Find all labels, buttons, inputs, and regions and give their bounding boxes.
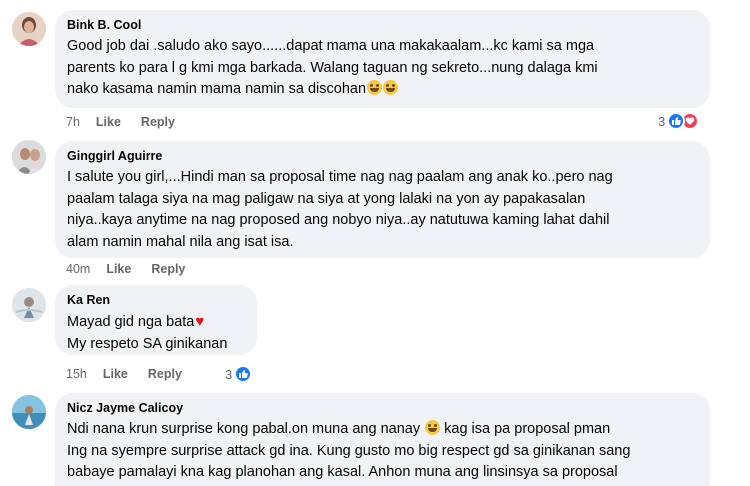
reply-button[interactable]: Reply [151, 262, 185, 276]
comment-bubble: Bink B. Cool Good job dai .saludo ako sa… [55, 10, 710, 108]
reaction-summary[interactable]: 3 [658, 112, 700, 130]
like-button[interactable]: Like [103, 367, 128, 381]
like-button[interactable]: Like [106, 262, 131, 276]
like-reaction-icon [234, 365, 253, 383]
avatar[interactable] [12, 288, 46, 322]
avatar[interactable] [12, 140, 46, 174]
comment-actions: 7h Like Reply [66, 115, 195, 129]
rolling-on-floor-laughing-emoji [367, 80, 383, 95]
comment-author[interactable]: Nicz Jayme Calicoy [67, 400, 698, 416]
reaction-summary[interactable]: 3 [225, 365, 253, 383]
comment-author[interactable]: Bink B. Cool [67, 17, 698, 33]
comment-text: Good job dai .saludo ako sayo......dapat… [67, 38, 598, 97]
avatar[interactable] [12, 12, 46, 46]
comment-text: Ndi nana krun surprise kong pabal.on mun… [67, 420, 631, 480]
timestamp[interactable]: 40m [66, 262, 90, 276]
comment-author[interactable]: Ginggirl Aguirre [67, 148, 698, 164]
comment-author[interactable]: Ka Ren [67, 292, 245, 308]
reaction-count: 3 [658, 113, 666, 129]
like-button[interactable]: Like [96, 115, 121, 129]
timestamp[interactable]: 15h [66, 367, 87, 381]
grinning-face-emoji [425, 420, 441, 435]
red-heart-emoji: ♥ [195, 313, 205, 330]
comment-actions: 40m Like Reply [66, 262, 205, 276]
comment-text: Mayad gid nga bata♥ My respeto SA ginikan… [67, 313, 228, 352]
comment-actions: 15h Like Reply [66, 367, 202, 381]
timestamp[interactable]: 7h [66, 115, 80, 129]
like-reaction-icon [667, 112, 686, 130]
comment-bubble: Ka Ren Mayad gid nga bata♥ My respeto SA … [55, 285, 257, 355]
comment-bubble: Nicz Jayme Calicoy Ndi nana krun surpris… [55, 393, 710, 486]
avatar[interactable] [12, 395, 46, 429]
reply-button[interactable]: Reply [141, 115, 175, 129]
comment-text: I salute you girl,...Hindi man sa propos… [67, 169, 613, 250]
reply-button[interactable]: Reply [148, 367, 182, 381]
reaction-count: 3 [225, 366, 233, 382]
comment-bubble: Ginggirl Aguirre I salute you girl,...Hi… [55, 141, 710, 258]
rolling-on-floor-laughing-emoji [383, 80, 399, 95]
